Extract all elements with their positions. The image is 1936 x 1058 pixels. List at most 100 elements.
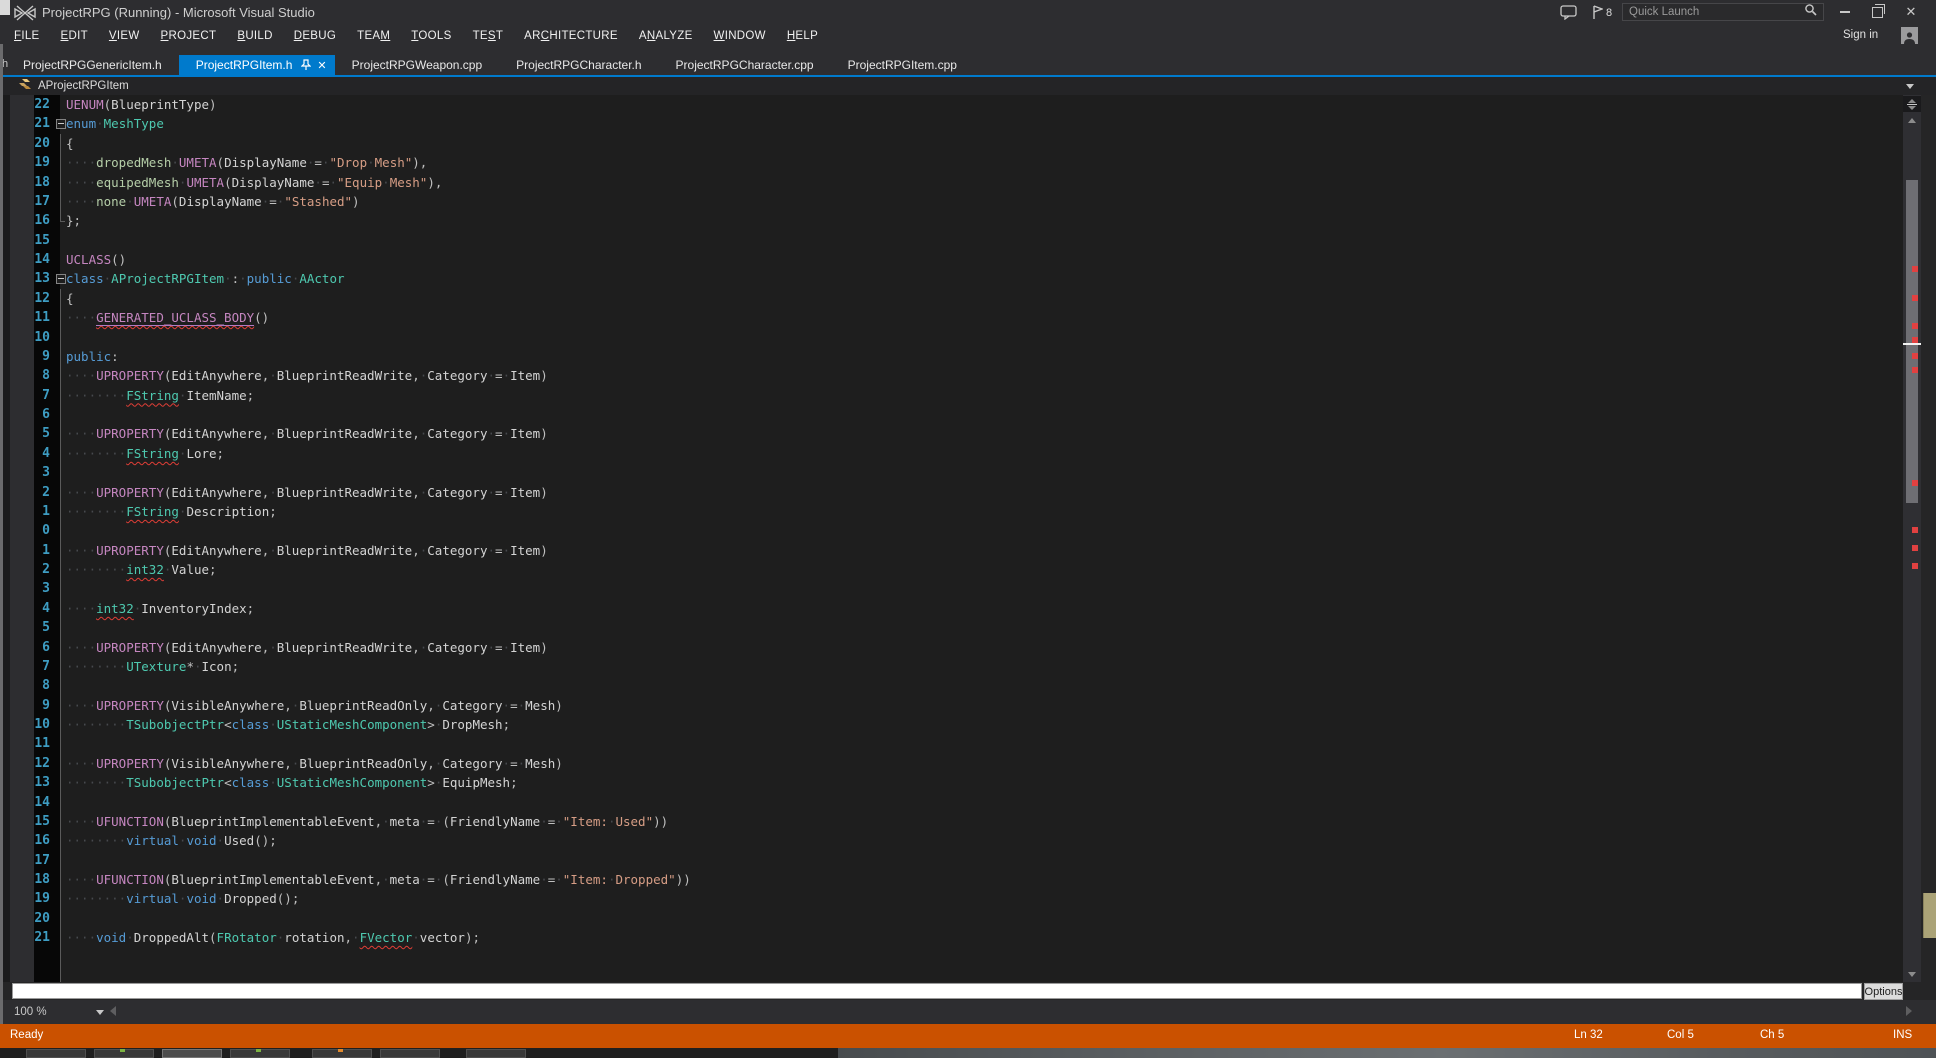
code-line[interactable]: 5	[0, 618, 1903, 637]
scrollbar-error-mark[interactable]	[1912, 480, 1918, 486]
tab-projectrpgitem.cpp[interactable]: ProjectRPGItem.cpp	[831, 55, 974, 75]
fold-collapse-box[interactable]	[56, 114, 66, 133]
scrollbar-error-mark[interactable]	[1912, 353, 1918, 359]
options-button[interactable]: Options	[1864, 983, 1903, 1000]
code-line[interactable]: 14UCLASS()	[0, 250, 1903, 269]
menu-item-test[interactable]: TEST	[473, 30, 504, 42]
code-line[interactable]: 10········TSubobjectPtr<class·UStaticMes…	[0, 715, 1903, 734]
fold-collapse-box[interactable]	[56, 269, 66, 288]
code-line[interactable]: 9public:	[0, 347, 1903, 366]
menu-item-window[interactable]: WINDOW	[714, 30, 766, 42]
code-line[interactable]: 20	[0, 909, 1903, 928]
pin-icon[interactable]	[301, 59, 311, 71]
code-line[interactable]: 6····UPROPERTY(EditAnywhere,·BlueprintRe…	[0, 638, 1903, 657]
tab-projectrpggenericitem.h[interactable]: ProjectRPGGenericItem.h	[6, 55, 179, 75]
user-avatar[interactable]	[1901, 27, 1918, 44]
code-line[interactable]: 21enum·MeshType	[0, 114, 1903, 133]
restore-button[interactable]	[1862, 0, 1892, 24]
code-line[interactable]: 9····UPROPERTY(VisibleAnywhere,·Blueprin…	[0, 696, 1903, 715]
split-editor-grip[interactable]	[1903, 96, 1921, 112]
code-line[interactable]: 8	[0, 676, 1903, 695]
menu-item-help[interactable]: HELP	[787, 30, 818, 42]
collapse-minus-icon[interactable]	[56, 119, 66, 129]
code-line[interactable]: 7········FString·ItemName;	[0, 386, 1903, 405]
code-line[interactable]: 6	[0, 405, 1903, 424]
minimize-button[interactable]	[1830, 0, 1860, 24]
code-line[interactable]: 15····UFUNCTION(BlueprintImplementableEv…	[0, 812, 1903, 831]
code-line[interactable]: 11····GENERATED_UCLASS_BODY()	[0, 308, 1903, 327]
taskbar-button[interactable]	[466, 1049, 526, 1058]
code-line[interactable]: 19········virtual·void·Dropped();	[0, 889, 1903, 908]
taskbar-button[interactable]	[380, 1049, 440, 1058]
scrollbar-error-mark[interactable]	[1912, 323, 1918, 329]
code-line[interactable]: 16········virtual·void·Used();	[0, 831, 1903, 850]
code-line[interactable]: 16};	[0, 211, 1903, 230]
quick-launch-input[interactable]: Quick Launch	[1622, 3, 1824, 21]
menu-item-debug[interactable]: DEBUG	[294, 30, 336, 42]
zoom-level-dropdown[interactable]: 100 %	[8, 1003, 110, 1021]
menu-item-project[interactable]: PROJECT	[161, 30, 217, 42]
scroll-right-arrow[interactable]	[1906, 1006, 1912, 1016]
tab-projectrpgitem.h[interactable]: ProjectRPGItem.h✕	[179, 55, 335, 75]
code-line[interactable]: 1····UPROPERTY(EditAnywhere,·BlueprintRe…	[0, 541, 1903, 560]
scrollbar-error-mark[interactable]	[1912, 527, 1918, 533]
scroll-up-arrow[interactable]	[1908, 118, 1916, 123]
scrollbar-error-mark[interactable]	[1912, 337, 1918, 343]
menu-item-team[interactable]: TEAM	[357, 30, 390, 42]
code-line[interactable]: 4········FString·Lore;	[0, 444, 1903, 463]
scrollbar-error-mark[interactable]	[1912, 545, 1918, 551]
menu-item-tools[interactable]: TOOLS	[411, 30, 451, 42]
taskbar-button[interactable]	[26, 1049, 86, 1058]
menu-item-edit[interactable]: EDIT	[61, 30, 88, 42]
sign-in-link[interactable]: Sign in	[1843, 29, 1878, 41]
code-line[interactable]: 10	[0, 328, 1903, 347]
code-line[interactable]: 18····equipedMesh·UMETA(DisplayName·=·"E…	[0, 173, 1903, 192]
code-line[interactable]: 5····UPROPERTY(EditAnywhere,·BlueprintRe…	[0, 424, 1903, 443]
code-line[interactable]: 1········FString·Description;	[0, 502, 1903, 521]
close-button[interactable]: ✕	[1896, 0, 1926, 24]
code-line[interactable]: 11	[0, 734, 1903, 753]
menu-item-analyze[interactable]: ANALYZE	[639, 30, 693, 42]
code-line[interactable]: 20{	[0, 134, 1903, 153]
notifications-flag[interactable]: 8	[1592, 5, 1612, 20]
scrollbar-error-mark[interactable]	[1912, 563, 1918, 569]
taskbar-button[interactable]	[162, 1049, 222, 1058]
code-line[interactable]: 17	[0, 851, 1903, 870]
code-line[interactable]: 15	[0, 231, 1903, 250]
code-line[interactable]: 2····UPROPERTY(EditAnywhere,·BlueprintRe…	[0, 483, 1903, 502]
tab-projectrpgweapon.cpp[interactable]: ProjectRPGWeapon.cpp	[335, 55, 500, 75]
code-line[interactable]: 12{	[0, 289, 1903, 308]
tab-projectrpgcharacter.h[interactable]: ProjectRPGCharacter.h	[499, 55, 658, 75]
code-line[interactable]: 14	[0, 793, 1903, 812]
tab-projectrpgcharacter.cpp[interactable]: ProjectRPGCharacter.cpp	[659, 55, 831, 75]
chevron-down-icon[interactable]	[1906, 84, 1914, 89]
menu-item-file[interactable]: FILE	[14, 30, 40, 42]
code-line[interactable]: 12····UPROPERTY(VisibleAnywhere,·Bluepri…	[0, 754, 1903, 773]
code-line[interactable]: 8····UPROPERTY(EditAnywhere,·BlueprintRe…	[0, 366, 1903, 385]
title-bar[interactable]: ProjectRPG (Running) - Microsoft Visual …	[0, 0, 1936, 26]
code-line[interactable]: 21····void·DroppedAlt(FRotator·rotation,…	[0, 928, 1903, 947]
scrollbar-error-mark[interactable]	[1912, 295, 1918, 301]
scrollbar-error-mark[interactable]	[1912, 367, 1918, 373]
code-line[interactable]: 13········TSubobjectPtr<class·UStaticMes…	[0, 773, 1903, 792]
code-line[interactable]: 13class·AProjectRPGItem·:·public·AActor	[0, 269, 1903, 288]
code-line[interactable]: 0	[0, 521, 1903, 540]
code-line[interactable]: 2········int32·Value;	[0, 560, 1903, 579]
close-tab-icon[interactable]: ✕	[317, 59, 326, 72]
code-line[interactable]: 7········UTexture*·Icon;	[0, 657, 1903, 676]
feedback-icon[interactable]	[1560, 5, 1577, 25]
collapse-minus-icon[interactable]	[56, 274, 66, 284]
code-line[interactable]: 17····none·UMETA(DisplayName·=·"Stashed"…	[0, 192, 1903, 211]
scroll-down-arrow[interactable]	[1908, 972, 1916, 977]
code-line[interactable]: 19····dropedMesh·UMETA(DisplayName·=·"Dr…	[0, 153, 1903, 172]
code-line[interactable]: 4····int32·InventoryIndex;	[0, 599, 1903, 618]
menu-item-view[interactable]: VIEW	[109, 30, 140, 42]
code-line[interactable]: 3	[0, 463, 1903, 482]
scroll-left-arrow[interactable]	[110, 1006, 116, 1016]
command-bar-input[interactable]	[12, 983, 1862, 999]
navigation-bar[interactable]: AProjectRPGItem	[0, 77, 1936, 95]
scrollbar-error-mark[interactable]	[1912, 266, 1918, 272]
code-line[interactable]: 22UENUM(BlueprintType)	[0, 95, 1903, 114]
menu-item-architecture[interactable]: ARCHITECTURE	[524, 30, 618, 42]
code-line[interactable]: 3	[0, 579, 1903, 598]
